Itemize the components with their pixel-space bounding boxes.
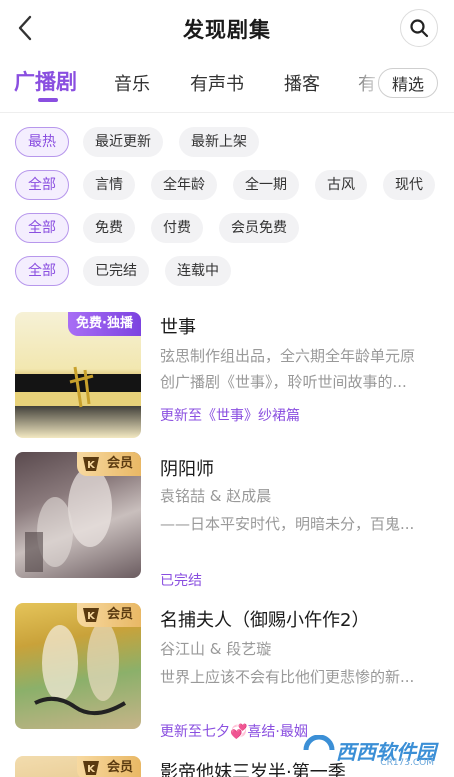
item-title: 名捕夫人（御赐小仵作2）: [160, 610, 370, 631]
item-status: 更新至《世事》纱裙篇: [160, 408, 300, 424]
cover-image: K 会员: [15, 452, 141, 578]
item-desc: 世界上应该不会有比他们更悲惨的新...: [160, 668, 415, 686]
tab-music[interactable]: 音乐: [114, 70, 150, 96]
svg-text:K: K: [87, 611, 96, 622]
filter-chip[interactable]: 连载中: [165, 256, 231, 286]
badge-label: 会员: [106, 456, 133, 471]
item-desc: 弦思制作组出品，全六期全年龄单元原: [160, 347, 416, 365]
filter-chip[interactable]: 全年龄: [151, 170, 217, 200]
filter-chip[interactable]: 会员免费: [219, 213, 299, 243]
tab-podcast[interactable]: 播客: [284, 70, 320, 96]
badge-label: 会员: [106, 607, 133, 622]
category-tabs: 广播剧 音乐 有声书 播客 有 精选: [0, 60, 454, 106]
filter-row-sort: 最热 最近更新 最新上架: [0, 127, 454, 159]
filter-chip[interactable]: 全部: [15, 170, 69, 200]
tab-audiobook[interactable]: 有声书: [190, 70, 244, 96]
cover-image: K 会员: [15, 603, 141, 729]
badge-vip: K 会员: [76, 452, 141, 476]
filter-row-status: 全部 已完结 连载中: [0, 256, 454, 288]
divider: [0, 112, 454, 113]
filter-chip[interactable]: 言情: [83, 170, 135, 200]
svg-text:K: K: [87, 460, 96, 471]
filter-chip[interactable]: 全部: [15, 213, 69, 243]
item-cast: 谷江山 & 段艺璇: [160, 640, 272, 658]
filter-row-genre: 全部 言情 全年龄 全一期 古风 现代: [0, 170, 454, 202]
search-button[interactable]: [400, 9, 438, 47]
search-icon: [410, 19, 429, 38]
cover-image: K 会员: [15, 756, 141, 777]
vip-crown-icon: K: [82, 761, 99, 775]
item-title: 世事: [160, 317, 196, 338]
svg-text:K: K: [87, 764, 96, 775]
tab-active-indicator: [38, 98, 58, 102]
filter-chip[interactable]: 全一期: [233, 170, 299, 200]
page-title: 发现剧集: [183, 18, 271, 42]
watermark: 西西软件园 CR173.COM: [302, 730, 436, 770]
filter-chip[interactable]: 最新上架: [179, 127, 259, 157]
item-cast: 袁铭喆 & 赵成晨: [160, 487, 272, 505]
watermark-logo: [303, 735, 335, 751]
header: 发现剧集: [0, 0, 454, 58]
item-desc: ——日本平安时代，明暗未分，百鬼...: [160, 515, 415, 533]
item-status: 已完结: [160, 573, 202, 589]
item-desc: 创广播剧《世事》，聆听世间故事的...: [160, 373, 407, 391]
filter-chip[interactable]: 最近更新: [83, 127, 163, 157]
vip-crown-icon: K: [82, 457, 99, 471]
cover-image: 免费·独播: [15, 312, 141, 438]
watermark-sub: CR173.COM: [380, 758, 434, 768]
filter-chip[interactable]: 全部: [15, 256, 69, 286]
featured-button[interactable]: 精选: [378, 68, 438, 98]
filter-chip[interactable]: 最热: [15, 127, 69, 157]
badge-free-exclusive: 免费·独播: [68, 312, 141, 336]
badge-vip: K 会员: [76, 756, 141, 777]
filter-chip[interactable]: 已完结: [83, 256, 149, 286]
item-status: 更新至七夕💞喜结·最姻: [160, 724, 308, 740]
badge-label: 会员: [106, 760, 133, 775]
badge-vip: K 会员: [76, 603, 141, 627]
filter-chip[interactable]: 付费: [151, 213, 203, 243]
filter-chip[interactable]: 古风: [315, 170, 367, 200]
item-title: 阴阳师: [160, 459, 214, 480]
filter-chip[interactable]: 免费: [83, 213, 135, 243]
filter-row-price: 全部 免费 付费 会员免费: [0, 213, 454, 245]
tab-radio-drama[interactable]: 广播剧: [14, 66, 77, 96]
filter-chip[interactable]: 现代: [383, 170, 435, 200]
vip-crown-icon: K: [82, 608, 99, 622]
